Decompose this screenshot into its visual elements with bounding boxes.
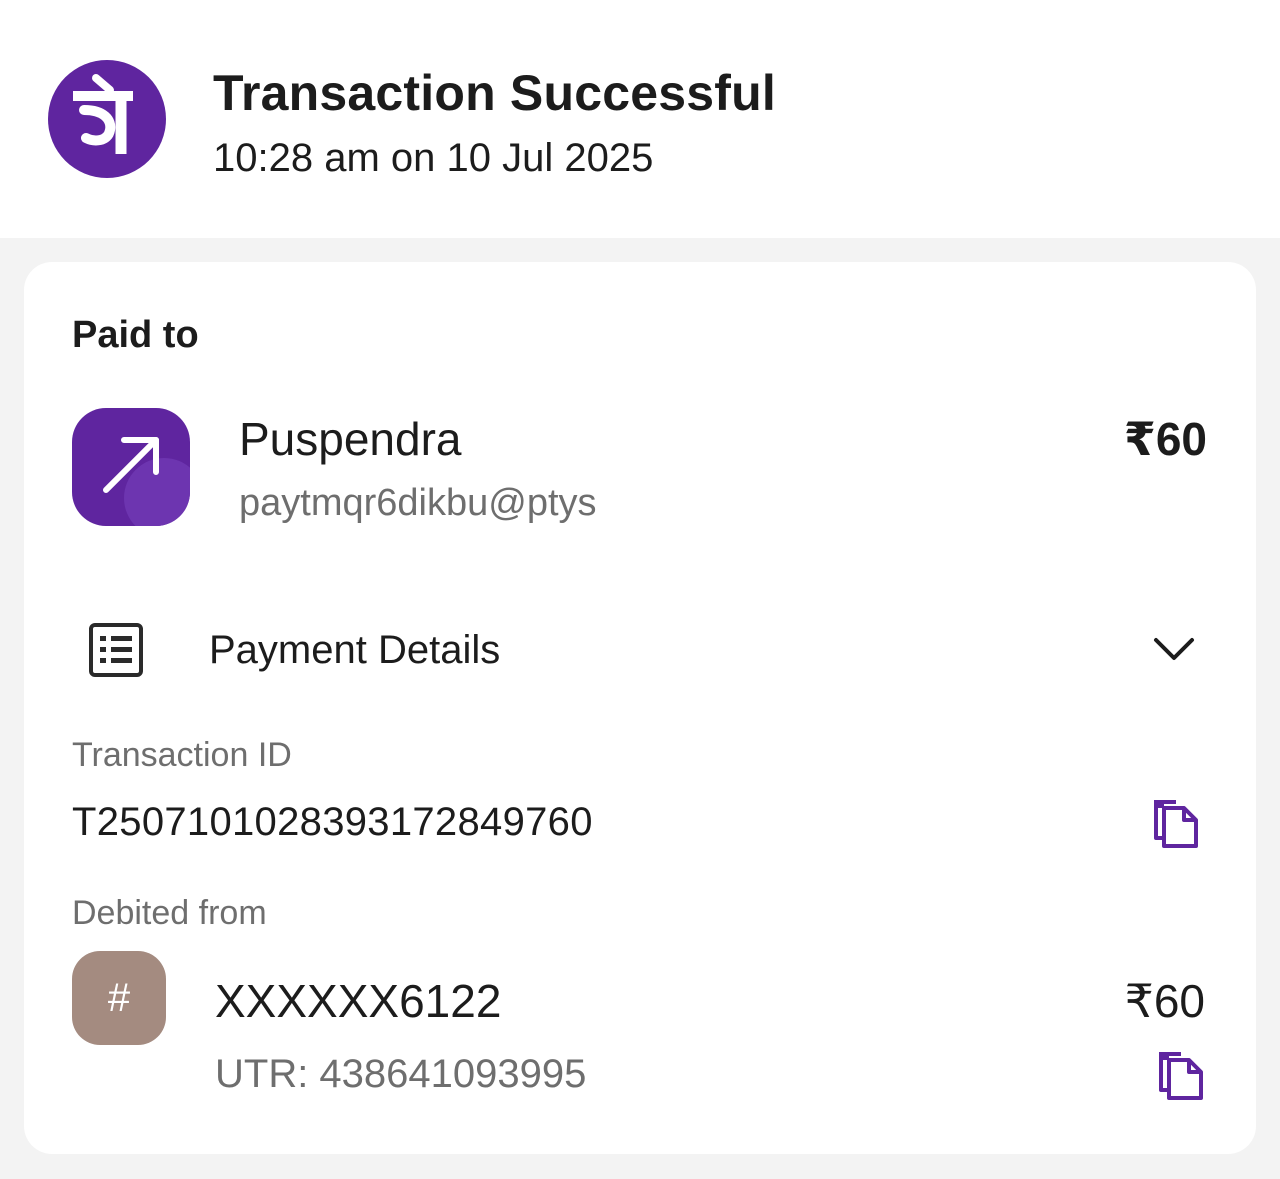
phonepe-logo-glyph (73, 74, 133, 154)
transaction-id-label: Transaction ID (72, 736, 292, 774)
debited-from-label: Debited from (72, 894, 267, 932)
copy-icon (1154, 800, 1198, 848)
paid-amount: ₹60 (1123, 413, 1207, 465)
payee-upi-id: paytmqr6dikbu@ptys (239, 482, 597, 524)
copy-transaction-id-button[interactable] (1152, 798, 1202, 850)
masked-account-number: XXXXXX6122 (215, 975, 502, 1027)
debited-amount: ₹60 (1124, 975, 1205, 1027)
chevron-down-icon[interactable] (1152, 634, 1196, 664)
transaction-id-value: T2507101028393172849760 (72, 800, 593, 844)
bank-account-avatar: # (72, 951, 166, 1045)
header: Transaction Successful 10:28 am on 10 Ju… (0, 0, 1280, 238)
utr-number: UTR: 438641093995 (215, 1052, 587, 1096)
transaction-datetime: 10:28 am on 10 Jul 2025 (213, 136, 654, 180)
payee-name: Puspendra (239, 413, 462, 465)
payment-details-label: Payment Details (209, 628, 501, 672)
arrow-up-right-icon (103, 437, 159, 493)
copy-utr-button[interactable] (1157, 1050, 1207, 1102)
payee-avatar (72, 408, 190, 526)
copy-icon (1159, 1052, 1203, 1100)
receipt-list-icon (89, 623, 143, 677)
payment-details-toggle[interactable]: Payment Details (72, 600, 1212, 700)
page-title: Transaction Successful (213, 65, 776, 121)
transaction-card (24, 262, 1256, 1154)
phonepe-logo (48, 60, 166, 178)
paid-to-label: Paid to (72, 314, 199, 356)
